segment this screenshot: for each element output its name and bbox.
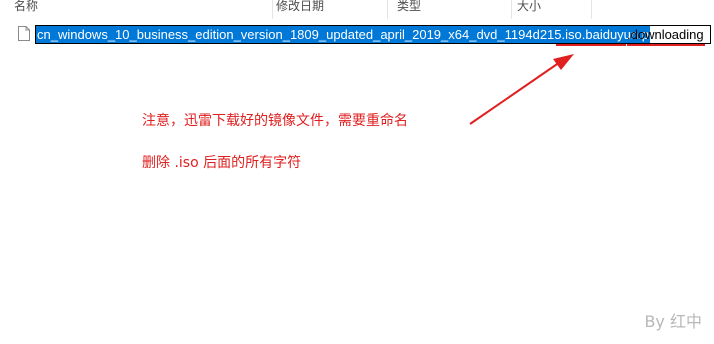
- annotation-text-delete: 删除 .iso 后面的所有字符: [142, 155, 302, 171]
- annotation-arrow: [469, 54, 574, 125]
- watermark: By 红中: [644, 312, 702, 331]
- annotation-text-rename: 注意，迅雷下载好的镜像文件，需要重命名: [142, 113, 408, 129]
